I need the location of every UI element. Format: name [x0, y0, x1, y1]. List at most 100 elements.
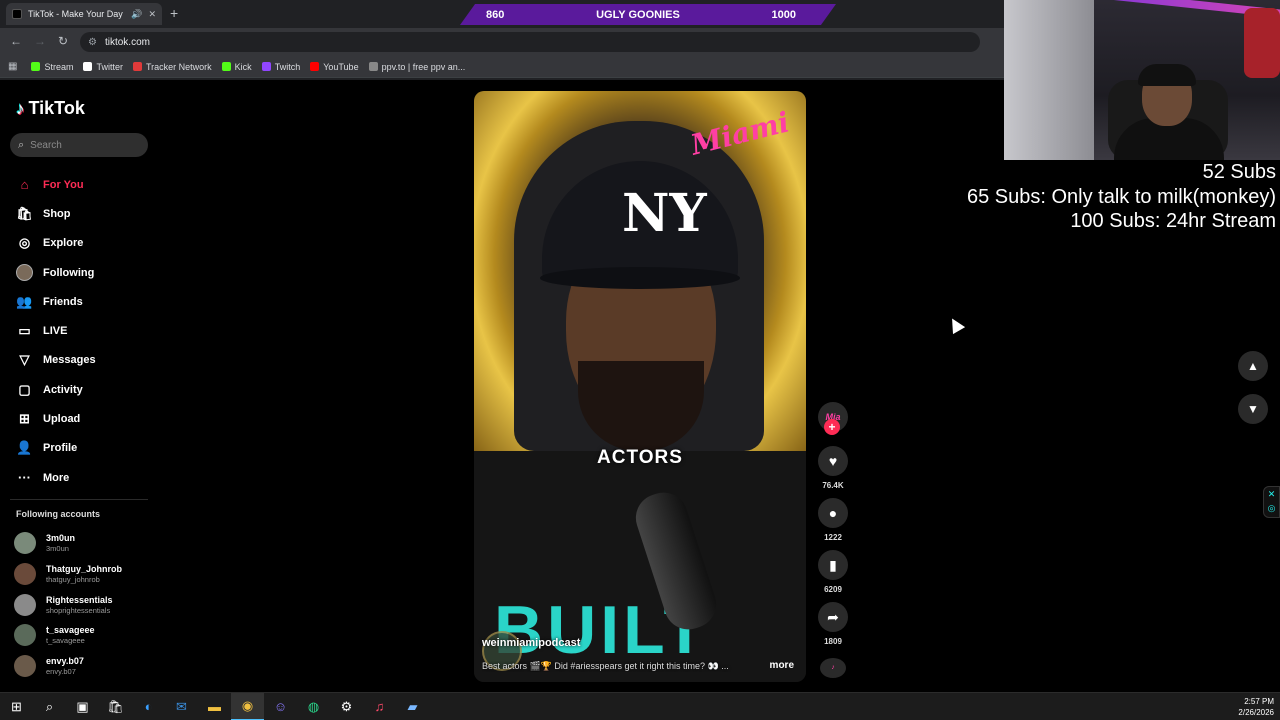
nav-item-for-you[interactable]: ⌂ For You [16, 170, 156, 199]
side-widget[interactable]: ✕ ◎ [1263, 486, 1280, 518]
speaker-icon[interactable]: 🔊 [131, 9, 142, 20]
url-field[interactable]: ⚙ tiktok.com [80, 32, 980, 52]
chrome-icon[interactable]: ◉ [231, 692, 264, 720]
nav-item-following[interactable]: Following [16, 258, 156, 287]
nav-item-label: Activity [43, 383, 83, 396]
next-video-button[interactable]: ▼ [1238, 394, 1268, 424]
bookmark-item[interactable]: ppv.to | free ppv an... [368, 62, 465, 72]
mail-icon[interactable]: ✉ [165, 693, 198, 720]
chevron-down-icon: ▼ [1247, 402, 1259, 416]
screen: TikTok - Make Your Day 🔊 ✕ + ← → ↻ ⚙ tik… [0, 0, 1280, 720]
search-input[interactable]: ⌕ Search [10, 133, 148, 157]
account-name: t_savageee [46, 625, 95, 636]
nav-item-shop[interactable]: 🛍 Shop [16, 199, 156, 228]
nav-item-live[interactable]: ▭ LIVE [16, 316, 156, 345]
new-tab-icon[interactable]: + [170, 5, 178, 21]
bookmark-item[interactable]: Twitch [261, 62, 300, 72]
profile-icon: 👤 [16, 440, 33, 456]
bookmark-favicon-icon [221, 62, 231, 71]
save-button[interactable]: ▮ 6209 [816, 550, 850, 594]
forward-icon[interactable]: → [34, 34, 46, 48]
avatar [14, 624, 36, 647]
folder-icon[interactable]: ▬ [198, 693, 231, 720]
sound-disc[interactable]: ♪ [820, 658, 846, 678]
following-account[interactable]: 3m0un 3m0un [14, 528, 154, 559]
site-info-icon[interactable]: ⚙ [88, 37, 97, 48]
cap-logo: NY [622, 183, 707, 244]
share-count: 1809 [824, 637, 842, 646]
bookmark-label: Stream [44, 61, 74, 72]
url-text: tiktok.com [104, 36, 150, 48]
like-button[interactable]: ♥ 76.4K [816, 446, 850, 490]
nav-item-activity[interactable]: ▢ Activity [16, 375, 156, 404]
following-account[interactable]: Thatguy_Johnrob thatguy_johnrob [14, 559, 154, 590]
bookmark-item[interactable]: Twitter [83, 62, 123, 72]
follow-button[interactable]: + [824, 419, 840, 435]
subs-goal-line: 52 Subs [1202, 161, 1276, 183]
following-account[interactable]: envy.b07 envy.b07 [14, 651, 154, 682]
previous-video-button[interactable]: ▲ [1238, 351, 1268, 381]
windows-start-icon[interactable]: ⊞ [0, 693, 33, 720]
edge-icon[interactable]: ◐ [132, 693, 165, 720]
tiktok-favicon-icon [12, 9, 22, 19]
browser-tab[interactable]: TikTok - Make Your Day 🔊 ✕ [6, 3, 162, 25]
nav-item-messages[interactable]: ▽ Messages [16, 346, 156, 375]
following-account[interactable]: Rightessentials shoprightessentials [14, 589, 154, 620]
nav-item-profile[interactable]: 👤 Profile [16, 434, 156, 463]
tiktok-note-icon: ♪ [16, 98, 25, 118]
store-icon[interactable]: 🛍 [99, 693, 132, 720]
comment-count: 1222 [824, 533, 842, 542]
bookmark-item[interactable]: Tracker Network [132, 61, 212, 72]
video-player[interactable]: NY Miami BUILT ACTORS weinmiamipodcast B… [474, 91, 806, 682]
bookmark-favicon-icon [31, 62, 41, 71]
video-author[interactable]: weinmiamipodcast [482, 637, 580, 649]
bookmark-item[interactable]: Kick [221, 61, 252, 72]
tiktok-sidebar: ♪ TikTok ⌕ Search ⌂ For You 🛍 Shop ◎ Explore F… [0, 80, 160, 692]
back-icon[interactable]: ← [10, 34, 22, 48]
comment-button[interactable]: ● 1222 [816, 498, 850, 542]
bookmark-item[interactable]: YouTube [310, 62, 359, 72]
system-clock[interactable]: 2:57 PM 2/26/2026 [1238, 696, 1274, 718]
nav-item-explore[interactable]: ◎ Explore [16, 229, 156, 258]
divider [10, 499, 148, 500]
bookmark-label: Kick [234, 61, 252, 72]
send-icon: ▽ [19, 352, 30, 368]
task-view-icon[interactable]: ▣ [66, 693, 99, 720]
nav-menu: ⌂ For You 🛍 Shop ◎ Explore Following 👥 Friends ▭ L… [16, 170, 156, 492]
video-description: Best actors 🎬🏆 Did #ariesspears get it r… [482, 661, 729, 671]
bookmark-item[interactable]: Stream [31, 62, 73, 72]
nav-item-more[interactable]: ··· More [16, 463, 156, 492]
following-account[interactable]: t_savageee t_savageee [14, 620, 154, 651]
goal-target: 1000 [771, 8, 796, 21]
bookmark-label: Twitter [96, 61, 123, 72]
share-button[interactable]: ➦ 1809 [816, 602, 850, 646]
obs-icon[interactable]: ◍ [297, 693, 330, 720]
apps-grid-icon[interactable]: ▦ [8, 61, 17, 72]
close-tab-icon[interactable]: ✕ [148, 9, 156, 20]
bookmark-label: Tracker Network [145, 61, 212, 72]
app-icon[interactable]: ▰ [396, 693, 429, 720]
sub-goal-bar: 860 UGLY GOONIES 1000 [460, 4, 836, 25]
account-handle: envy.b07 [46, 667, 76, 677]
reload-icon[interactable]: ↻ [58, 34, 68, 48]
nav-item-friends[interactable]: 👥 Friends [16, 287, 156, 316]
goal-current: 860 [486, 8, 505, 21]
music-icon[interactable]: ♫ [363, 693, 396, 720]
subs-goal-line: 65 Subs: Only talk to milk(monkey) [967, 185, 1276, 208]
discord-icon[interactable]: ☺ [264, 693, 297, 720]
tiktok-logo[interactable]: ♪ TikTok [16, 98, 85, 119]
steam-icon[interactable]: ⚙ [330, 693, 363, 720]
upload-icon: ⊞ [19, 411, 30, 427]
nav-item-label: Upload [43, 413, 81, 426]
mouse-cursor [946, 315, 966, 335]
bookmark-favicon-icon [310, 62, 320, 71]
shop-icon: 🛍 [16, 205, 33, 221]
bookmarks-bar: ▦ Stream Twitter Tracker Network Kick Twitch… [0, 56, 1004, 78]
tab-title: TikTok - Make Your Day [28, 9, 123, 19]
save-count: 6209 [824, 585, 842, 594]
nav-item-label: Friends [43, 295, 83, 308]
nav-item-upload[interactable]: ⊞ Upload [16, 404, 156, 433]
more-button[interactable]: more [770, 660, 794, 671]
like-count: 76.4K [822, 481, 844, 490]
search-icon[interactable]: ⌕ [33, 693, 66, 720]
